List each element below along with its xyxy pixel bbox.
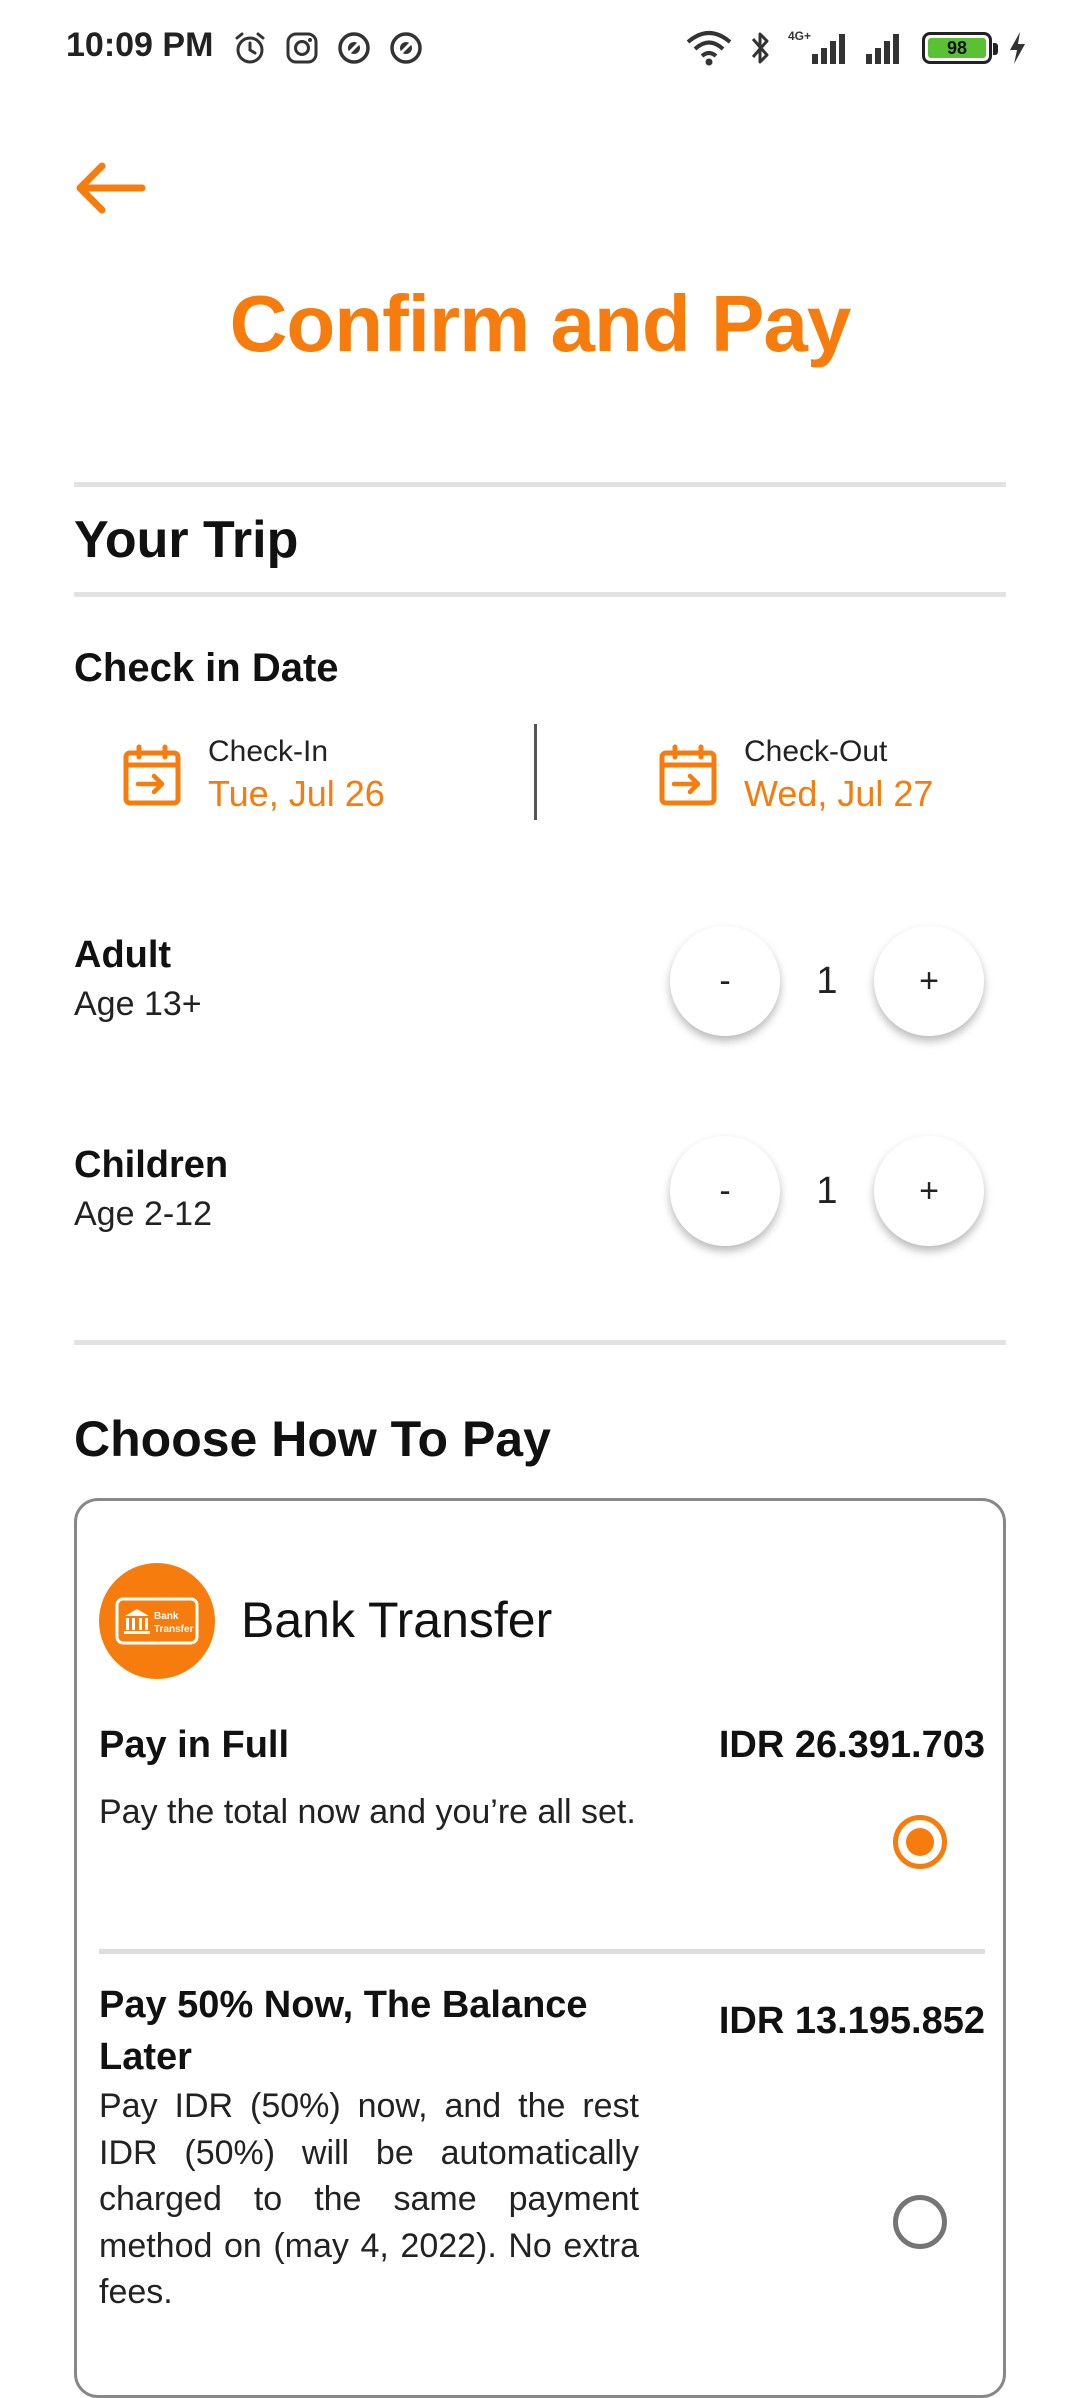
battery-level: 98 [928,38,986,58]
check-in-date[interactable]: Check-In Tue, Jul 26 [122,720,385,830]
app-icon [390,32,422,64]
signal-4g-icon: 4G+ [788,29,845,64]
bank-logo-text-2: Transfer [154,1624,194,1635]
pay-in-full-option[interactable]: Pay in Full IDR 26.391.703 Pay the total… [99,1719,985,1899]
option-title: Pay in Full [99,1724,290,1766]
option-divider [99,1949,985,1954]
bank-transfer-logo: Bank Transfer [99,1563,215,1679]
pay-half-option[interactable]: Pay 50% Now, The Balance Later IDR 13.19… [99,1979,985,2379]
adult-decrement-button[interactable]: - [670,926,780,1036]
signal-icon [866,34,899,64]
divider [74,482,1006,487]
charging-icon [1010,32,1025,64]
children-stepper: - 1 + [670,1136,984,1246]
check-in-date-heading: Check in Date [74,646,339,690]
svg-text:4G+: 4G+ [788,29,811,43]
radio-button-unselected[interactable] [893,2195,947,2249]
wifi-icon [686,31,732,66]
children-count: 1 [816,1169,838,1212]
option-price: IDR 13.195.852 [718,2000,985,2042]
children-decrement-button[interactable]: - [670,1136,780,1246]
back-button[interactable] [70,158,150,218]
check-in-value: Tue, Jul 26 [208,773,385,814]
payment-heading: Choose How To Pay [74,1411,551,1467]
adult-stepper: - 1 + [670,926,984,1036]
option-price: IDR 26.391.703 [718,1724,985,1766]
adult-increment-button[interactable]: + [874,926,984,1036]
check-out-value: Wed, Jul 27 [744,773,934,814]
bank-transfer-card: Bank Transfer Bank Transfer Pay in Full … [74,1498,1006,2398]
bank-transfer-title: Bank Transfer [241,1592,553,1648]
alarm-icon [235,32,265,64]
bank-icon: Bank Transfer [115,1597,199,1645]
status-time: 10:09 PM [66,26,214,64]
divider [74,592,1006,597]
status-left-icons [232,30,424,66]
check-out-label: Check-Out [744,735,888,768]
option-title: Pay 50% Now, The Balance Later [99,1984,588,2078]
radio-button-selected[interactable] [893,1815,947,1869]
divider [74,1340,1006,1345]
adult-row: Adult Age 13+ - 1 + [74,926,1006,1050]
option-description: Pay IDR (50%) now, and the rest IDR (50%… [99,2087,639,2311]
app-icon [338,32,370,64]
children-increment-button[interactable]: + [874,1136,984,1246]
option-description: Pay the total now and you’re all set. [99,1793,636,1831]
your-trip-heading: Your Trip [74,511,299,569]
battery-icon: 98 [922,32,998,64]
bluetooth-icon [751,32,769,64]
children-row: Children Age 2-12 - 1 + [74,1136,1006,1260]
check-out-date[interactable]: Check-Out Wed, Jul 27 [658,720,933,830]
page-title: Confirm and Pay [229,279,852,368]
status-bar: 10:09 PM 4G+ 98 [0,0,1080,100]
adult-count: 1 [816,959,838,1002]
check-in-label: Check-In [208,735,329,768]
date-separator [534,724,537,820]
instagram-icon [286,32,318,64]
status-right-icons: 4G+ 98 [684,28,1028,68]
arrow-left-icon [76,162,146,214]
calendar-icon [123,744,181,806]
bank-logo-text-1: Bank [154,1611,179,1622]
calendar-icon [659,744,717,806]
